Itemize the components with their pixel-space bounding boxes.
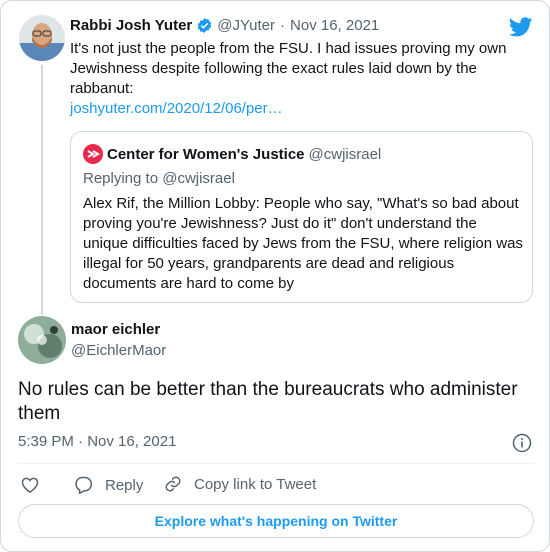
reply-label: Reply bbox=[105, 476, 144, 494]
parent-tweet-link[interactable]: joshyuter.com/2020/12/06/per… bbox=[70, 99, 283, 119]
parent-tweet-text: It's not just the people from the FSU. I… bbox=[70, 40, 507, 97]
copy-link-label: Copy link to Tweet bbox=[194, 475, 317, 493]
quoted-tweet-header: Center for Women's Justice @cwjisrael bbox=[83, 144, 381, 164]
reply-button[interactable]: Reply bbox=[73, 475, 143, 495]
divider bbox=[18, 463, 534, 464]
heart-icon bbox=[20, 475, 52, 495]
cwj-logo-icon bbox=[83, 144, 103, 164]
copy-link-button[interactable]: Copy link to Tweet bbox=[164, 475, 316, 493]
explore-twitter-button[interactable]: Explore what's happening on Twitter bbox=[18, 504, 534, 538]
quoted-author-name[interactable]: Center for Women's Justice bbox=[107, 146, 305, 163]
parent-author-name[interactable]: Rabbi Josh Yuter bbox=[70, 17, 192, 34]
verified-badge-icon bbox=[196, 17, 213, 34]
quoted-tweet-card[interactable]: Center for Women's Justice @cwjisrael Re… bbox=[70, 131, 533, 303]
parent-tweet-header: Rabbi Josh Yuter @JYuter · Nov 16, 2021 bbox=[70, 17, 379, 34]
main-tweet-timestamp[interactable]: 5:39 PM · Nov 16, 2021 bbox=[18, 433, 176, 450]
quoted-author-handle[interactable]: @cwjisrael bbox=[309, 146, 382, 163]
embedded-tweet-card: Rabbi Josh Yuter @JYuter · Nov 16, 2021 … bbox=[0, 0, 550, 552]
parent-tweet-date[interactable]: Nov 16, 2021 bbox=[290, 17, 379, 34]
thread-connector-line bbox=[41, 65, 43, 315]
main-author-name[interactable]: maor eichler bbox=[71, 321, 160, 338]
info-icon[interactable] bbox=[512, 433, 532, 458]
main-tweet-text: No rules can be better than the bureaucr… bbox=[18, 379, 518, 424]
header-separator: · bbox=[280, 17, 286, 34]
quoted-replying-to: Replying to @cwjisrael bbox=[83, 170, 235, 187]
quoted-tweet-text: Alex Rif, the Million Lobby: People who … bbox=[83, 195, 523, 292]
main-author-handle[interactable]: @EichlerMaor bbox=[71, 342, 166, 359]
link-icon bbox=[164, 475, 194, 493]
parent-author-handle[interactable]: @JYuter bbox=[217, 17, 275, 34]
avatar-josh-yuter[interactable] bbox=[19, 15, 65, 61]
like-button[interactable] bbox=[20, 475, 52, 495]
reply-icon bbox=[73, 475, 105, 495]
avatar-maor-eichler[interactable] bbox=[18, 316, 66, 364]
